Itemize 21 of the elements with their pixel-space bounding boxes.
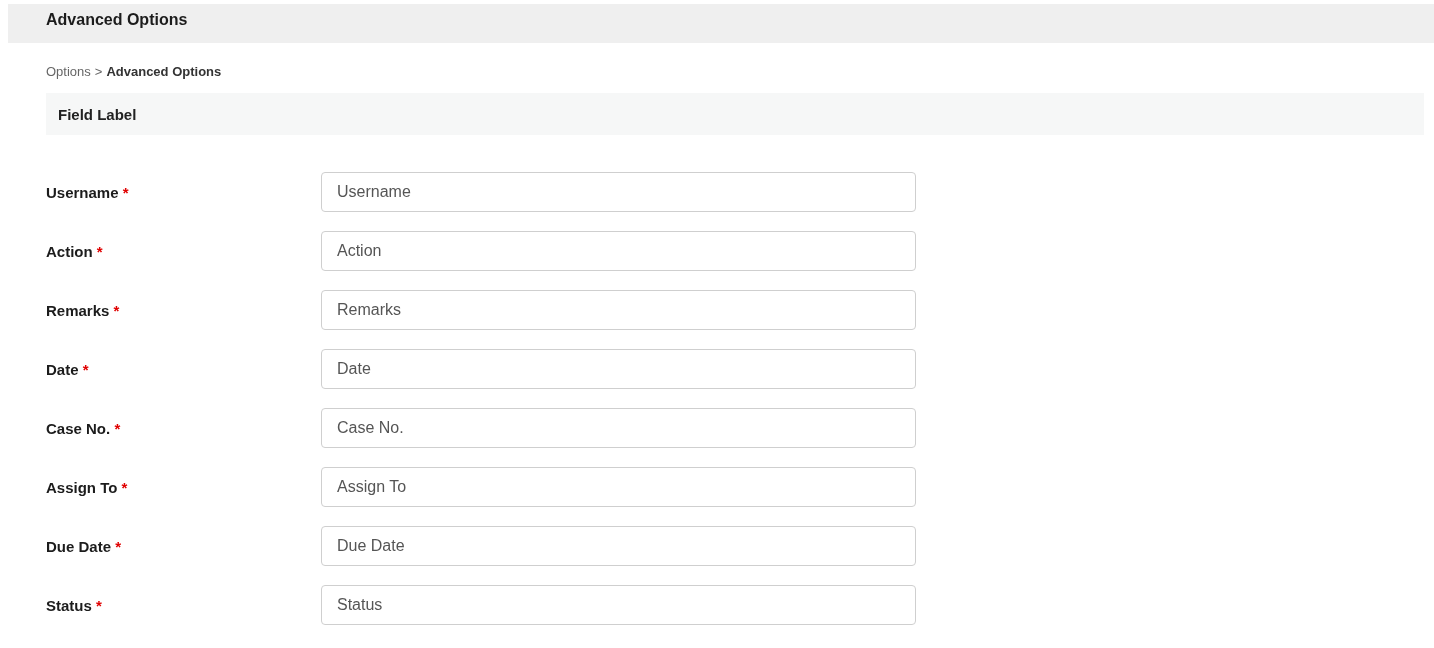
input-field[interactable]: Assign To bbox=[321, 467, 916, 507]
breadcrumb-link[interactable]: Options bbox=[46, 64, 91, 79]
input-field[interactable]: Action bbox=[321, 231, 916, 271]
field-label: Status * bbox=[46, 596, 103, 614]
field-label: Due Date * bbox=[46, 537, 123, 555]
input-field[interactable]: Status bbox=[321, 585, 916, 625]
field-label: Username * bbox=[46, 183, 130, 201]
input-field[interactable]: Case No. bbox=[321, 408, 916, 448]
breadcrumb-link[interactable]: Advanced Options bbox=[106, 64, 222, 79]
input-field[interactable]: Remarks bbox=[321, 290, 916, 330]
input-field[interactable]: Date bbox=[321, 349, 916, 389]
input-field[interactable]: Username bbox=[321, 172, 916, 212]
section-title: Field Label bbox=[58, 105, 137, 123]
breadcrumb-separator: > bbox=[94, 64, 103, 79]
input-field[interactable]: Due Date bbox=[321, 526, 916, 566]
field-label: Case No. * bbox=[46, 419, 122, 437]
field-label: Assign To * bbox=[46, 478, 129, 496]
field-label: Remarks * bbox=[46, 301, 121, 319]
page-title: Advanced Options bbox=[46, 11, 188, 29]
field-label: Date * bbox=[46, 360, 90, 378]
field-label: Action * bbox=[46, 242, 104, 260]
